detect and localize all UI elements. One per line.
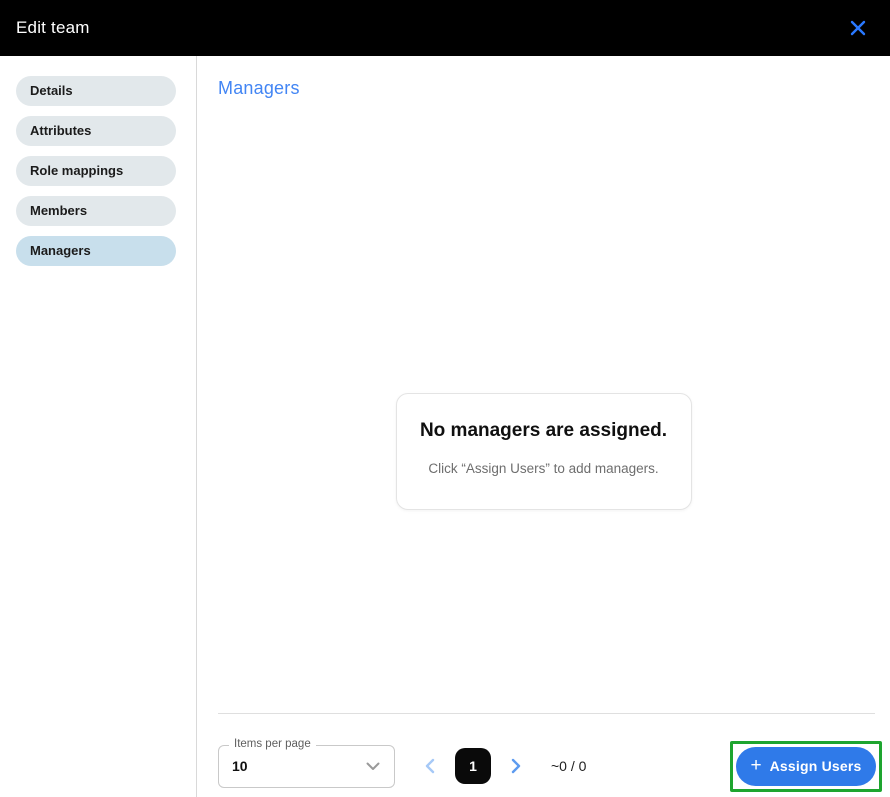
- annotation-highlight-box: + Assign Users: [730, 741, 882, 792]
- dialog-header: Edit team: [0, 0, 890, 56]
- sidebar-item-details[interactable]: Details: [16, 76, 176, 106]
- items-per-page-select[interactable]: Items per page 10: [218, 745, 395, 788]
- sidebar-item-managers[interactable]: Managers: [16, 236, 176, 266]
- assign-users-button[interactable]: + Assign Users: [736, 747, 876, 786]
- dialog-title: Edit team: [16, 18, 90, 38]
- empty-state-title: No managers are assigned.: [417, 420, 671, 442]
- edit-team-dialog: Edit team Details Attributes Role mappin…: [0, 0, 890, 797]
- sidebar-item-members[interactable]: Members: [16, 196, 176, 226]
- close-button[interactable]: [844, 14, 872, 42]
- empty-state-card: No managers are assigned. Click “Assign …: [396, 393, 692, 510]
- assign-users-label: Assign Users: [770, 758, 862, 774]
- page-title: Managers: [218, 78, 300, 99]
- dialog-body: Details Attributes Role mappings Members…: [0, 56, 890, 797]
- next-page-button[interactable]: [503, 753, 529, 779]
- sidebar-item-role-mappings[interactable]: Role mappings: [16, 156, 176, 186]
- sidebar-item-attributes[interactable]: Attributes: [16, 116, 176, 146]
- page-range-label: ~0 / 0: [551, 758, 586, 774]
- footer-divider: [218, 713, 875, 714]
- sidebar: Details Attributes Role mappings Members…: [0, 56, 197, 797]
- previous-page-button[interactable]: [417, 753, 443, 779]
- close-icon: [849, 19, 867, 37]
- chevron-right-icon: [511, 758, 521, 774]
- paginator: Items per page 10 1: [218, 736, 882, 796]
- plus-icon: +: [751, 756, 762, 775]
- chevron-down-icon: [366, 762, 394, 771]
- managers-panel: Managers No managers are assigned. Click…: [197, 56, 890, 797]
- items-per-page-label: Items per page: [229, 738, 316, 750]
- chevron-left-icon: [425, 758, 435, 774]
- empty-state-subtitle: Click “Assign Users” to add managers.: [417, 461, 671, 476]
- items-per-page-value: 10: [219, 758, 248, 774]
- current-page-button[interactable]: 1: [455, 748, 491, 784]
